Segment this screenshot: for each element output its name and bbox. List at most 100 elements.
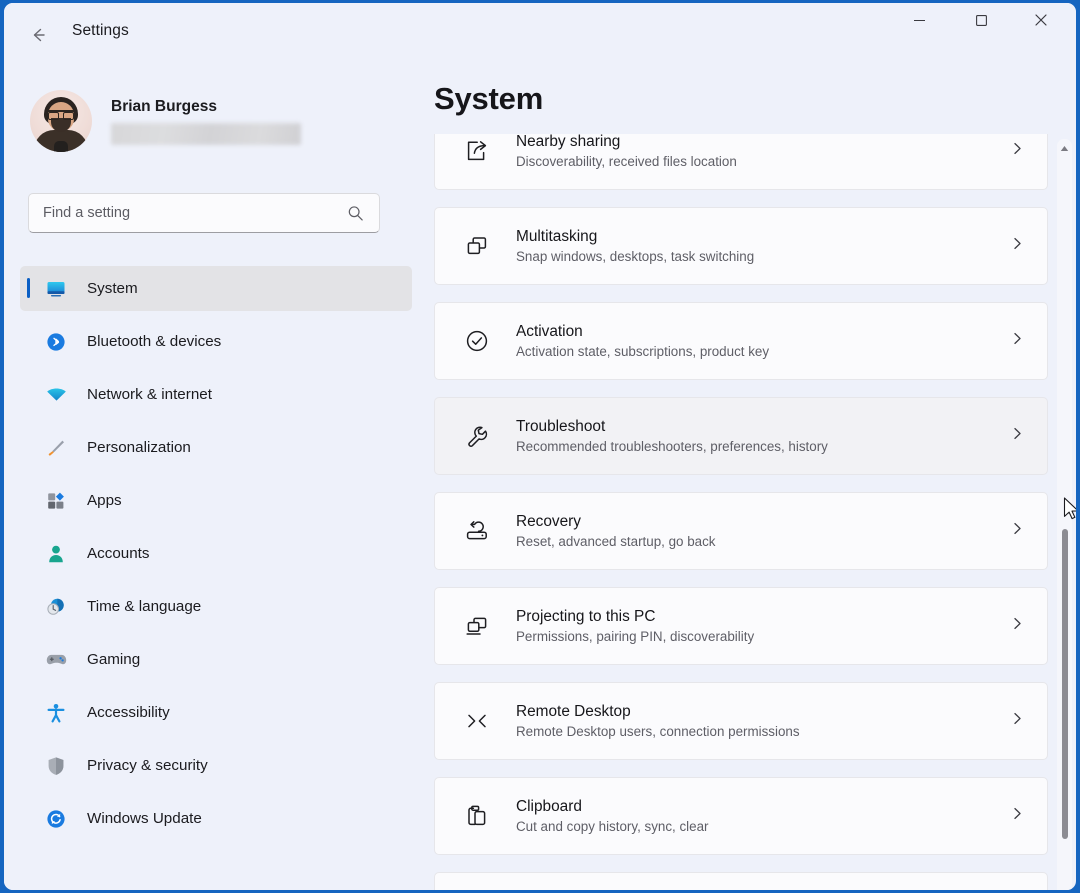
sidebar-item-label: Time & language [87,598,202,615]
sidebar-item-label: Apps [87,492,122,509]
person-icon [44,542,68,566]
sidebar-item-bluetooth-devices[interactable]: Bluetooth & devices [20,319,412,364]
minimize-icon [913,19,925,21]
share-arrow-icon [462,136,492,166]
back-button[interactable] [18,17,58,53]
settings-window: Settings Brian Burgess Find a setting Sy… [4,3,1076,890]
chevron-right-icon [1010,711,1025,731]
sidebar-item-windows-update[interactable]: Windows Update [20,796,412,841]
clock-globe-icon [44,595,68,619]
scroll-up-arrow-icon[interactable] [1057,141,1072,156]
clipboard-icon [462,801,492,831]
shield-icon [44,754,68,778]
card-subtitle: Reset, advanced startup, go back [516,534,716,549]
search-input[interactable] [43,205,333,221]
card-title: Clipboard [516,798,582,815]
settings-card-recovery[interactable]: Recovery Reset, advanced startup, go bac… [434,492,1048,570]
card-subtitle: Cut and copy history, sync, clear [516,819,709,834]
sidebar-item-time-language[interactable]: Time & language [20,584,412,629]
chevron-right-icon [1010,236,1025,256]
selection-accent-bar [27,278,31,298]
card-title: Recovery [516,513,582,530]
chevron-right-icon [1010,331,1025,351]
sidebar-item-label: Gaming [87,651,141,668]
settings-card-activation[interactable]: Activation Activation state, subscriptio… [434,302,1048,380]
main-content: System Nearby sharing Discoverability, r… [428,67,1076,890]
sidebar-item-label: Accessibility [87,704,170,721]
chevron-right-icon [1010,521,1025,541]
sidebar-item-accessibility[interactable]: Accessibility [20,690,412,735]
back-arrow-icon [33,28,45,42]
settings-list: Nearby sharing Discoverability, received… [434,134,1048,890]
gamepad-icon [44,648,68,672]
card-title: Troubleshoot [516,418,606,435]
settings-card-projecting-to-this-pc[interactable]: Projecting to this PC Permissions, pairi… [434,587,1048,665]
settings-card-nearby-sharing[interactable]: Nearby sharing Discoverability, received… [434,134,1048,190]
scrollbar-thumb[interactable] [1061,529,1068,839]
card-subtitle: Recommended troubleshooters, preferences… [516,439,828,454]
settings-card-troubleshoot[interactable]: Troubleshoot Recommended troubleshooters… [434,397,1048,475]
maximize-icon [975,14,987,26]
sidebar-item-label: Accounts [87,545,150,562]
windows-stack-icon [462,231,492,261]
card-subtitle: Snap windows, desktops, task switching [516,249,755,264]
sidebar-item-network-internet[interactable]: Network & internet [20,372,412,417]
recovery-drive-icon [462,516,492,546]
bluetooth-icon [44,330,68,354]
card-subtitle: Remote Desktop users, connection permiss… [516,724,800,739]
apps-grid-icon [44,489,68,513]
card-title: Multitasking [516,228,598,245]
sidebar-item-privacy-security[interactable]: Privacy & security [20,743,412,788]
settings-card-multitasking[interactable]: Multitasking Snap windows, desktops, tas… [434,207,1048,285]
refresh-circle-icon [44,807,68,831]
sidebar: Brian Burgess Find a setting System Blue… [4,67,428,890]
chevron-right-icon [1010,806,1025,826]
check-circle-icon [462,326,492,356]
remote-desktop-icon [462,706,492,736]
sidebar-item-label: Privacy & security [87,757,208,774]
sidebar-item-accounts[interactable]: Accounts [20,531,412,576]
sidebar-nav: System Bluetooth & devices Network & int… [20,266,412,849]
paintbrush-icon [44,436,68,460]
sidebar-item-gaming[interactable]: Gaming [20,637,412,682]
title-bar: Settings [4,3,1076,67]
avatar [30,90,92,152]
sidebar-item-label: Windows Update [87,810,202,827]
card-subtitle: Activation state, subscriptions, product… [516,344,770,359]
profile-email-redacted [111,122,301,145]
maximize-button[interactable] [958,3,1004,37]
settings-list-viewport: Nearby sharing Discoverability, received… [428,134,1076,890]
sidebar-item-label: Bluetooth & devices [87,333,222,350]
scrollbar[interactable] [1057,139,1072,890]
chevron-right-icon [1010,426,1025,446]
card-title: Remote Desktop [516,703,631,720]
search-box[interactable] [28,193,380,233]
sidebar-item-apps[interactable]: Apps [20,478,412,523]
card-title: Activation [516,323,583,340]
sidebar-item-personalization[interactable]: Personalization [20,425,412,470]
sidebar-item-label: Personalization [87,439,191,456]
card-title: Projecting to this PC [516,608,656,625]
project-screen-icon [462,611,492,641]
card-title: Nearby sharing [516,134,621,150]
search-icon [348,206,363,221]
accessibility-person-icon [44,701,68,725]
card-subtitle: Permissions, pairing PIN, discoverabilit… [516,629,755,644]
wrench-icon [462,421,492,451]
close-icon [1035,14,1047,26]
profile-name: Brian Burgess [111,97,217,115]
page-title: System [434,81,544,116]
sidebar-item-system[interactable]: System [20,266,412,311]
user-profile[interactable]: Brian Burgess [30,87,360,155]
card-subtitle: Discoverability, received files location [516,154,737,169]
app-title: Settings [72,22,129,39]
minimize-button[interactable] [896,3,942,37]
settings-card-remote-desktop[interactable]: Remote Desktop Remote Desktop users, con… [434,682,1048,760]
close-button[interactable] [1018,3,1064,37]
settings-card-clipboard[interactable]: Clipboard Cut and copy history, sync, cl… [434,777,1048,855]
wifi-icon [44,383,68,407]
chevron-right-icon [1010,616,1025,636]
sidebar-item-label: Network & internet [87,386,212,403]
settings-card-partial-next[interactable] [434,872,1048,890]
sidebar-item-label: System [87,280,138,297]
